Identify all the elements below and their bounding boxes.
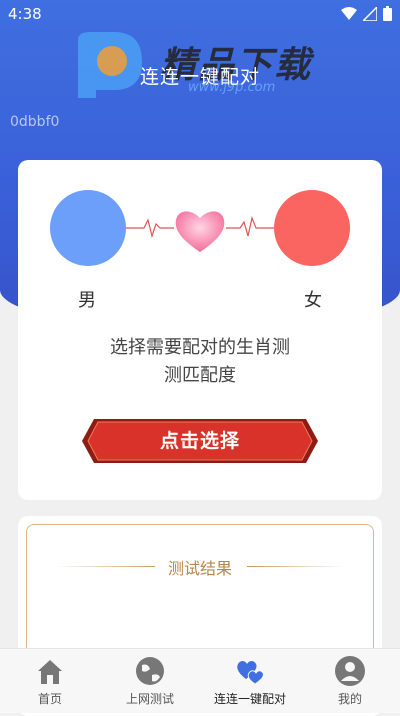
tab-online-test-label: 上网测试 [125, 692, 174, 706]
tab-pairing-label: 连连一键配对 [213, 692, 286, 706]
tab-mine[interactable]: 我的 [300, 649, 400, 713]
user-icon [335, 656, 365, 686]
select-button[interactable]: 点击选择 [80, 416, 320, 466]
description-line-1: 选择需要配对的生肖测 [110, 337, 290, 358]
female-label: 女 [304, 290, 322, 311]
result-title: 测试结果 [167, 559, 232, 578]
heart-icon [175, 211, 225, 252]
tab-home-label: 首页 [37, 692, 62, 706]
status-time: 4:38 [8, 5, 42, 23]
divider-right [247, 566, 345, 567]
page-title: 连连一键配对 [139, 66, 260, 88]
hearts-icon [237, 661, 264, 685]
tab-mine-label: 我的 [337, 692, 362, 706]
female-avatar[interactable] [274, 190, 350, 266]
male-avatar[interactable] [50, 190, 126, 266]
status-bar: 4:38 [0, 0, 400, 28]
wifi-icon [341, 6, 357, 20]
male-label: 男 [78, 290, 96, 311]
signal-icon [363, 6, 377, 21]
heartbeat-line [126, 211, 274, 252]
home-icon [38, 660, 62, 684]
color-code-label: 0dbbf0 [10, 114, 60, 130]
globe-icon [136, 657, 164, 685]
tab-online-test[interactable]: 上网测试 [100, 649, 200, 713]
tab-home[interactable]: 首页 [0, 649, 100, 713]
battery-icon [383, 6, 392, 21]
description-line-2: 测匹配度 [164, 365, 236, 386]
bottom-tab-bar: 首页 上网测试 连连一键配对 我的 [0, 648, 400, 713]
select-button-label: 点击选择 [159, 430, 240, 452]
description: 选择需要配对的生肖测 测匹配度 [18, 334, 382, 390]
tab-pairing[interactable]: 连连一键配对 [200, 649, 300, 713]
match-card: 男 女 选择需要配对的生肖测 测匹配度 点击选择 [18, 160, 382, 500]
